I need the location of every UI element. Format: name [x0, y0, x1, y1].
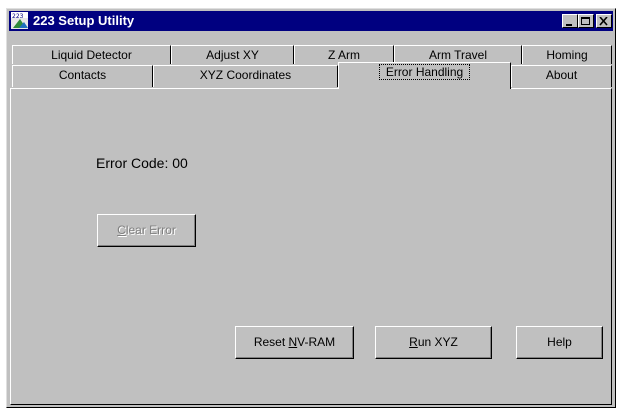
window-title: 223 Setup Utility [33, 13, 135, 28]
tab-liquid-detector[interactable]: Liquid Detector [12, 45, 171, 64]
tab-label: Homing [546, 48, 588, 62]
tab-adjust-xy[interactable]: Adjust XY [171, 45, 294, 64]
tab-xyz-coordinates[interactable]: XYZ Coordinates [153, 65, 338, 87]
tab-label: Z Arm [328, 48, 360, 62]
clear-error-mnemonic: C [117, 223, 126, 237]
maximize-icon [581, 17, 590, 25]
reset-nvram-label: V-RAM [297, 335, 336, 349]
error-code-label: Error Code: 00 [96, 155, 188, 171]
minimize-icon [566, 24, 572, 26]
reset-nvram-button[interactable]: Reset NV-RAM [235, 326, 354, 359]
error-handling-panel: Error Code: 00 Clear Error Reset NV-RAM … [10, 88, 612, 405]
maximize-button[interactable] [578, 14, 594, 28]
clear-error-button[interactable]: Clear Error [97, 214, 196, 247]
close-button[interactable] [596, 14, 612, 28]
app-icon-text: 223 [12, 13, 24, 20]
help-button[interactable]: Help [516, 326, 603, 359]
reset-nvram-mnemonic: N [288, 335, 298, 349]
close-icon [599, 17, 608, 26]
run-xyz-mnemonic: R [409, 335, 418, 349]
clear-error-label: lear Error [125, 223, 176, 237]
tab-label: XYZ Coordinates [199, 68, 292, 82]
help-label: Help [547, 335, 572, 349]
setup-utility-window: 223 223 Setup Utility Liquid Detector Ad… [6, 8, 616, 408]
tab-about[interactable]: About [511, 65, 612, 87]
minimize-button[interactable] [562, 14, 578, 28]
run-xyz-button[interactable]: Run XYZ [375, 326, 492, 359]
tab-label: Error Handling [378, 64, 471, 80]
reset-nvram-label-prefix: Reset [253, 335, 289, 349]
tab-label: About [545, 68, 578, 82]
tab-contacts[interactable]: Contacts [12, 65, 153, 87]
tab-label: Arm Travel [428, 48, 487, 62]
tab-homing[interactable]: Homing [522, 45, 612, 64]
tab-label: Adjust XY [206, 48, 259, 62]
title-bar[interactable]: 223 223 Setup Utility [9, 11, 613, 31]
run-xyz-label: un XYZ [417, 335, 458, 349]
tab-error-handling[interactable]: Error Handling [338, 62, 511, 89]
tab-label: Liquid Detector [51, 48, 132, 62]
tab-label: Contacts [58, 68, 107, 82]
app-223-icon: 223 [11, 12, 28, 29]
